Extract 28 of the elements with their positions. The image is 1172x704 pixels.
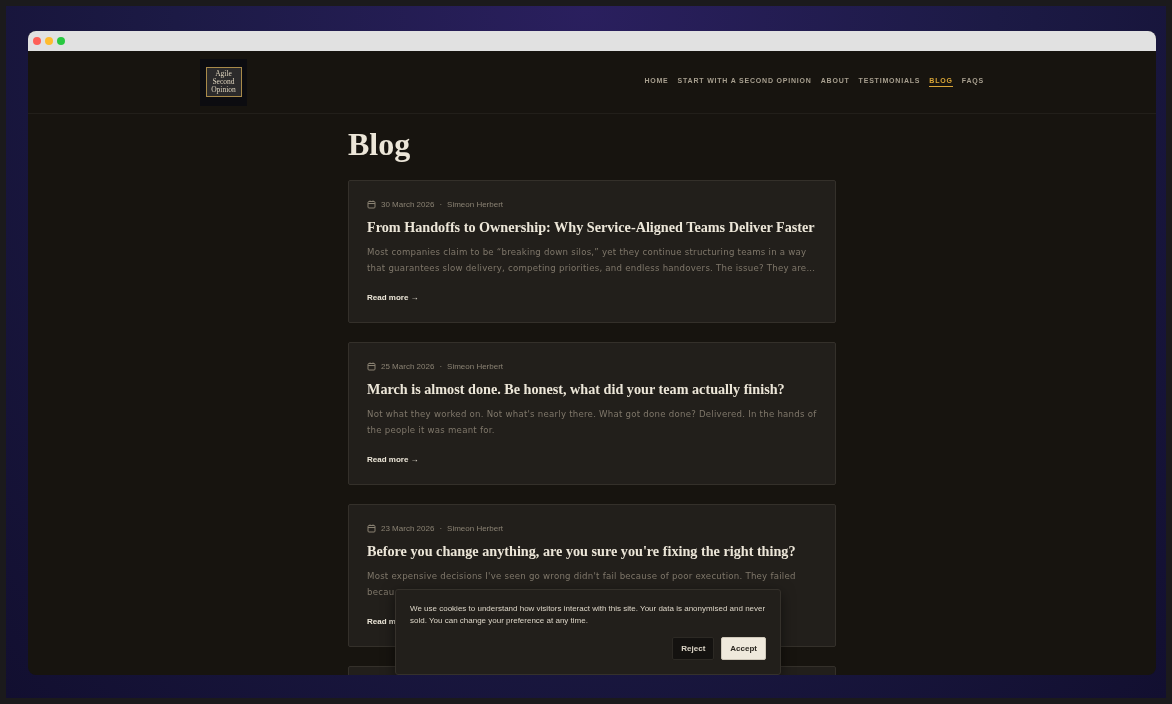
post-excerpt: Most companies claim to be “breaking down silos,” yet they continue structuring teams in a way that guarantees slow delivery, competing priorities, and endless handovers. The issue? They are... — [367, 246, 817, 275]
separator-dot: · — [439, 524, 443, 533]
post-date: 23 March 2026 — [381, 524, 435, 533]
page-heading: Blog — [348, 125, 412, 163]
maximize-dot[interactable] — [57, 37, 65, 45]
post-author: Simeon Herbert — [447, 362, 504, 371]
post-author: Simeon Herbert — [447, 200, 504, 209]
close-dot[interactable] — [33, 37, 41, 45]
separator-dot: · — [439, 200, 443, 209]
read-more-link[interactable]: Read m — [367, 617, 396, 626]
minimize-dot[interactable] — [45, 37, 53, 45]
post-date: 25 March 2026 — [381, 362, 435, 371]
separator-dot: · — [439, 362, 443, 371]
calendar-icon — [367, 200, 376, 209]
post-excerpt: Most expensive decisions I've seen go wrong didn't fail because of poor execution. They failed becau — [367, 570, 797, 599]
post-title[interactable]: March is almost done. Be honest, what did your team actually finish? — [367, 380, 817, 399]
post-title[interactable]: From Handoffs to Ownership: Why Service-Aligned Teams Deliver Faster — [367, 218, 817, 237]
post-date: 30 March 2026 — [381, 200, 435, 209]
reject-button[interactable]: Reject — [672, 637, 715, 660]
cookie-message: We use cookies to understand how visitors interact with this site. Your data is anonymised and never sold. You can change your preference at any time. — [410, 603, 766, 627]
post-title[interactable]: Before you change anything, are you sure you're fixing the right thing? — [367, 542, 817, 561]
read-more-link[interactable]: Read more → — [367, 455, 419, 464]
post-author: Simeon Herbert — [447, 524, 504, 533]
calendar-icon — [367, 362, 376, 371]
accept-button[interactable]: Accept — [721, 637, 766, 660]
post-excerpt: Not what they worked on. Not what's nearly there. What got done done? Delivered. In the hands of the people it was meant for. — [367, 408, 817, 437]
calendar-icon — [367, 524, 376, 533]
read-more-link[interactable]: Read more → — [367, 293, 419, 302]
